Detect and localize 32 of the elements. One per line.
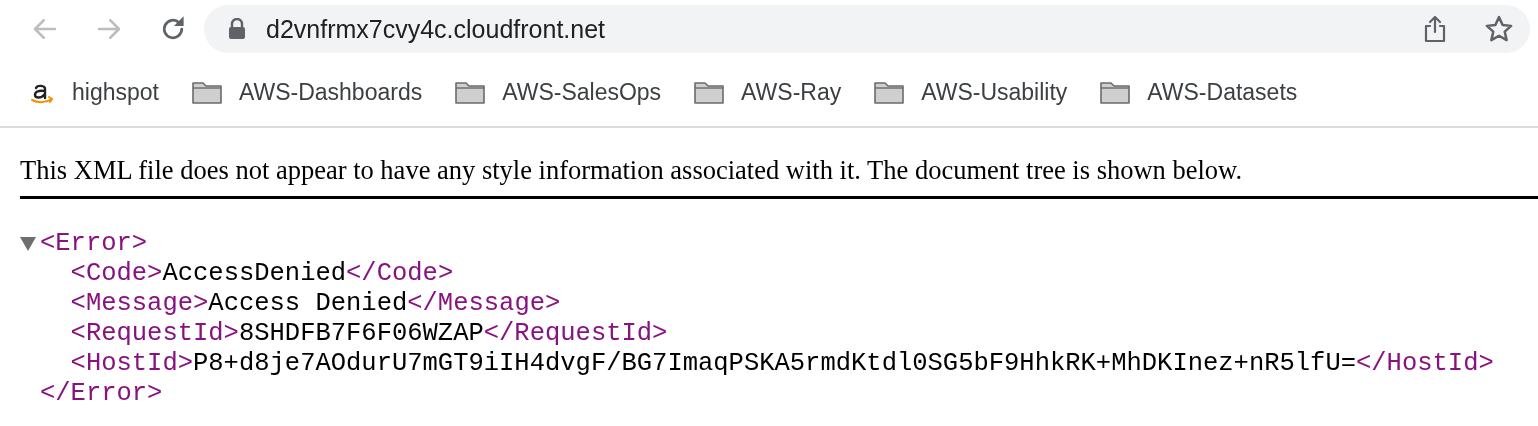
xml-tag: <Code> — [70, 259, 163, 289]
info-message: This XML file does not appear to have any style information associated with it. The document tree is shown below. — [20, 154, 1244, 186]
xml-tag: </Message> — [407, 289, 561, 319]
folder-icon — [693, 79, 726, 105]
bookmark-item[interactable]: AWS-SalesOps — [454, 78, 662, 106]
xml-tag: <RequestId> — [70, 319, 239, 349]
bookmark-item[interactable]: AWS-Datasets — [1099, 78, 1298, 106]
folder-icon — [1099, 79, 1132, 105]
xml-tag: </Error> — [40, 379, 163, 409]
share-icon[interactable] — [1422, 14, 1448, 44]
xml-tag: </RequestId> — [483, 319, 668, 349]
bookmark-item[interactable]: highspot — [28, 78, 159, 106]
xml-tag: <Error> — [40, 229, 148, 259]
bookmark-item[interactable]: AWS-Usability — [873, 78, 1068, 106]
xml-tag: <HostId> — [70, 349, 193, 379]
xml-tag: </HostId> — [1356, 349, 1494, 379]
xml-tag: <Message> — [70, 289, 209, 319]
address-bar[interactable]: d2vnfrmx7cvy4c.cloudfront.net — [204, 5, 1530, 53]
folder-icon — [190, 79, 223, 105]
url-text: d2vnfrmx7cvy4c.cloudfront.net — [266, 14, 606, 44]
xml-tag: </Code> — [346, 259, 454, 289]
bookmark-star-icon[interactable] — [1484, 14, 1514, 44]
bookmark-item[interactable]: AWS-Ray — [693, 78, 842, 106]
xml-value: 8SHDFB7F6F06WZAP — [238, 319, 484, 349]
xml-value: AccessDenied — [162, 259, 347, 289]
expand-triangle-icon[interactable] — [20, 237, 36, 251]
bookmark-item[interactable]: AWS-Dashboards — [190, 78, 423, 106]
xml-value: Access Denied — [208, 289, 408, 319]
xml-value: P8+d8je7AOdurU7mGT9iIH4dvgF/BG7ImaqPSKA5rmdKtdl0SG5bF9HhkRK+MhDKInez+nR5lfU= — [193, 349, 1356, 379]
lock-icon — [228, 18, 246, 40]
folder-icon — [454, 79, 487, 105]
folder-icon — [873, 79, 906, 105]
